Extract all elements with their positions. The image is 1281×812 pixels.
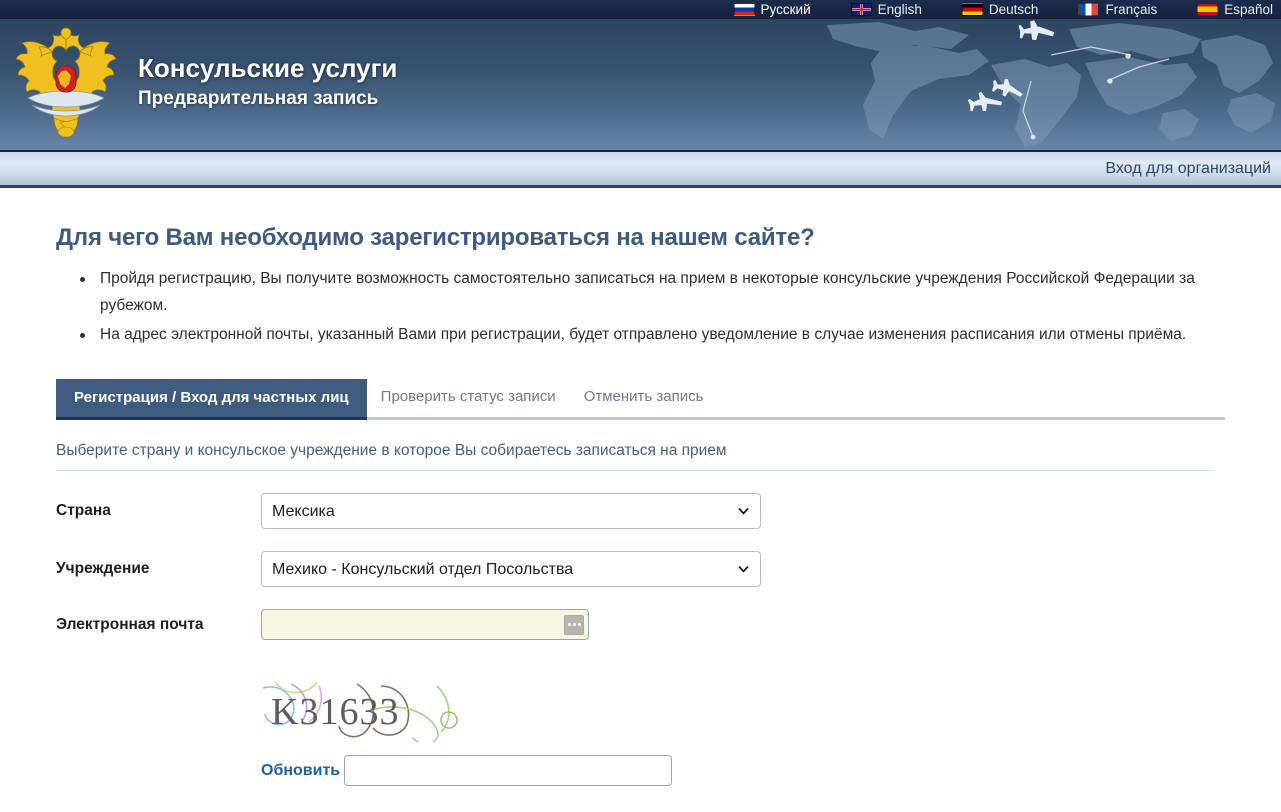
captcha-block: K31633 Обновить (56, 680, 1225, 787)
flag-uk-icon (850, 3, 872, 16)
email-label: Электронная почта (56, 615, 204, 633)
institution-label: Учреждение (56, 560, 150, 578)
site-branding: Консульские услуги Предварительная запис… (12, 19, 397, 150)
language-label: Español (1224, 2, 1273, 17)
tab-registration-login[interactable]: Регистрация / Вход для частных лиц (56, 379, 367, 421)
institution-select[interactable]: Мехико - Консульский отдел Посольства (261, 551, 761, 588)
email-row: Электронная почта (56, 609, 1225, 641)
institution-row: Учреждение Мехико - Консульский отдел По… (56, 551, 1225, 588)
country-label: Страна (56, 502, 111, 520)
captcha-image: K31633 (261, 680, 498, 743)
main-content: Для чего Вам необходимо зарегистрировать… (0, 224, 1281, 787)
intro-benefits-list: Пройдя регистрацию, Вы получите возможно… (56, 266, 1225, 348)
tab-check-status[interactable]: Проверить статус записи (367, 378, 570, 417)
org-login-strip: Вход для организаций (0, 152, 1281, 188)
country-row: Страна Мексика (56, 493, 1225, 530)
russian-coat-of-arms-icon (15, 27, 117, 137)
language-label: English (877, 2, 922, 17)
language-bar: Русский English Deutsch Français Español (0, 0, 1281, 19)
language-option-english[interactable]: English (850, 0, 922, 19)
language-label: Deutsch (988, 2, 1039, 17)
flag-germany-icon (961, 3, 983, 16)
institution-select-wrapper: Мехико - Консульский отдел Посольства (261, 551, 761, 588)
captcha-code: K31633 (271, 691, 399, 733)
language-option-russian[interactable]: Русский (733, 0, 811, 19)
tab-cancel-appointment[interactable]: Отменить запись (570, 378, 718, 417)
flag-spain-icon (1197, 3, 1219, 16)
country-select-wrapper: Мексика (261, 493, 761, 530)
tab-bar: Регистрация / Вход для частных лиц Прове… (56, 378, 1225, 421)
captcha-input[interactable] (344, 755, 673, 787)
site-header: Консульские услуги Предварительная запис… (0, 19, 1281, 152)
site-title: Консульские услуги (138, 53, 398, 84)
form-hint: Выберите страну и консульское учреждение… (56, 420, 1214, 472)
email-input[interactable] (261, 609, 589, 641)
flag-france-icon (1078, 3, 1100, 16)
email-input-wrapper (261, 609, 589, 641)
language-label: Русский (760, 2, 811, 17)
list-item: Пройдя регистрацию, Вы получите возможно… (80, 266, 1220, 320)
three-dots-icon[interactable] (564, 614, 584, 635)
language-option-francais[interactable]: Français (1078, 0, 1157, 19)
world-map-airplanes-icon (819, 19, 1281, 150)
language-label: Français (1105, 2, 1158, 17)
language-option-deutsch[interactable]: Deutsch (961, 0, 1039, 19)
country-select[interactable]: Мексика (261, 493, 761, 530)
language-option-espanol[interactable]: Español (1197, 0, 1273, 19)
flag-russia-icon (733, 3, 755, 16)
org-login-link[interactable]: Вход для организаций (1105, 160, 1271, 178)
site-subtitle: Предварительная запись (138, 87, 379, 109)
page-title: Для чего Вам необходимо зарегистрировать… (56, 224, 815, 251)
captcha-refresh-link[interactable]: Обновить (261, 762, 340, 780)
list-item: На адрес электронной почты, указанный Ва… (80, 322, 1220, 349)
